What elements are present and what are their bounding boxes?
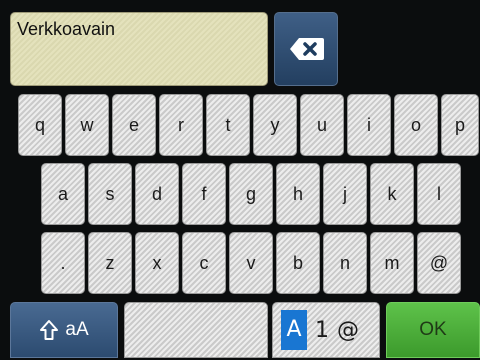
shift-icon — [40, 320, 59, 340]
key-g[interactable]: g — [229, 163, 273, 225]
key-l[interactable]: l — [417, 163, 461, 225]
key-c[interactable]: c — [182, 232, 226, 294]
shift-label: aA — [65, 319, 89, 340]
ok-label: OK — [419, 319, 447, 340]
key-period[interactable]: . — [41, 232, 85, 294]
key-d[interactable]: d — [135, 163, 179, 225]
key-a[interactable]: a — [41, 163, 85, 225]
mode-symbols-indicator: @ — [337, 317, 359, 343]
key-k[interactable]: k — [370, 163, 414, 225]
shift-button[interactable]: aA — [10, 302, 118, 358]
key-w[interactable]: w — [65, 94, 109, 156]
key-e[interactable]: e — [112, 94, 156, 156]
space-button[interactable] — [124, 302, 268, 358]
key-h[interactable]: h — [276, 163, 320, 225]
key-y[interactable]: y — [253, 94, 297, 156]
key-f[interactable]: f — [182, 163, 226, 225]
ok-button[interactable]: OK — [386, 302, 480, 358]
key-at[interactable]: @ — [417, 232, 461, 294]
key-q[interactable]: q — [18, 94, 62, 156]
key-z[interactable]: z — [88, 232, 132, 294]
key-x[interactable]: x — [135, 232, 179, 294]
key-r[interactable]: r — [159, 94, 203, 156]
key-i[interactable]: i — [347, 94, 391, 156]
key-m[interactable]: m — [370, 232, 414, 294]
key-s[interactable]: s — [88, 163, 132, 225]
key-o[interactable]: o — [394, 94, 438, 156]
key-j[interactable]: j — [323, 163, 367, 225]
key-n[interactable]: n — [323, 232, 367, 294]
key-v[interactable]: v — [229, 232, 273, 294]
key-p[interactable]: p — [441, 94, 479, 156]
key-u[interactable]: u — [300, 94, 344, 156]
input-mode-button[interactable]: A 1 @ — [272, 302, 380, 358]
mode-letters-indicator: A — [281, 310, 307, 350]
mode-numbers-indicator: 1 — [315, 317, 329, 343]
key-t[interactable]: t — [206, 94, 250, 156]
key-b[interactable]: b — [276, 232, 320, 294]
